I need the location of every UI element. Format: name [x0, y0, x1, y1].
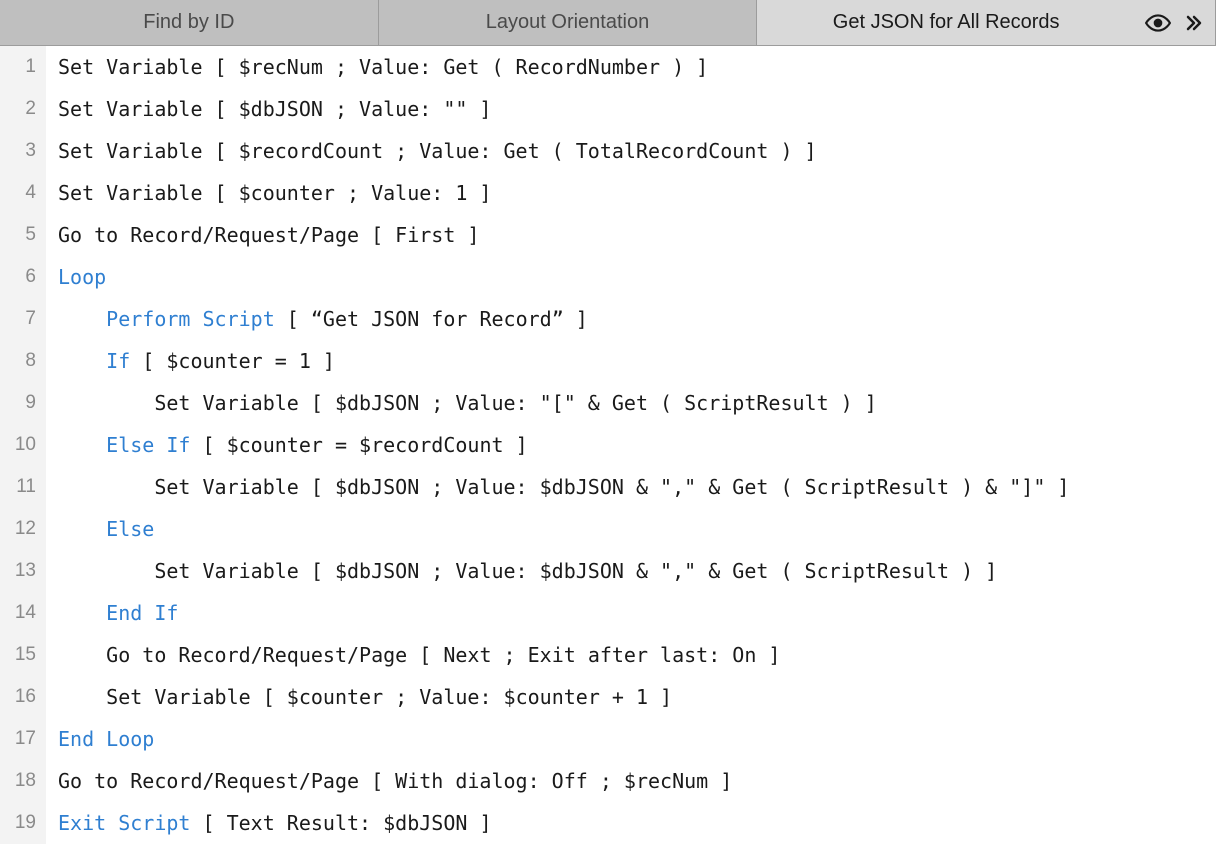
- script-line[interactable]: 11 Set Variable [ $dbJSON ; Value: $dbJS…: [0, 466, 1216, 508]
- code-text: [ $counter = $recordCount ]: [190, 433, 527, 457]
- script-line[interactable]: 7 Perform Script [ “Get JSON for Record”…: [0, 298, 1216, 340]
- line-content: End If: [46, 592, 1216, 634]
- code-text: Set Variable [ $counter ; Value: $counte…: [106, 685, 672, 709]
- line-content: Else If [ $counter = $recordCount ]: [46, 424, 1216, 466]
- script-line[interactable]: 16 Set Variable [ $counter ; Value: $cou…: [0, 676, 1216, 718]
- script-line[interactable]: 2 Set Variable [ $dbJSON ; Value: "" ]: [0, 88, 1216, 130]
- line-number: 11: [0, 466, 46, 508]
- line-content: Exit Script [ Text Result: $dbJSON ]: [46, 802, 1216, 844]
- keyword: If: [106, 349, 130, 373]
- code-text: Set Variable [ $dbJSON ; Value: "" ]: [58, 97, 491, 121]
- keyword: End If: [106, 601, 178, 625]
- line-content: Set Variable [ $recNum ; Value: Get ( Re…: [46, 46, 1216, 88]
- line-number: 7: [0, 298, 46, 340]
- script-line[interactable]: 10 Else If [ $counter = $recordCount ]: [0, 424, 1216, 466]
- script-line[interactable]: 18 Go to Record/Request/Page [ With dialo…: [0, 760, 1216, 802]
- script-line[interactable]: 17 End Loop: [0, 718, 1216, 760]
- script-line[interactable]: 14 End If: [0, 592, 1216, 634]
- line-content: If [ $counter = 1 ]: [46, 340, 1216, 382]
- line-content: Perform Script [ “Get JSON for Record” ]: [46, 298, 1216, 340]
- line-number: 19: [0, 802, 46, 844]
- line-number: 3: [0, 130, 46, 172]
- line-content: Set Variable [ $dbJSON ; Value: $dbJSON …: [46, 550, 1216, 592]
- script-line[interactable]: 6 Loop: [0, 256, 1216, 298]
- line-number: 17: [0, 718, 46, 760]
- line-content: Set Variable [ $counter ; Value: $counte…: [46, 676, 1216, 718]
- code-text: Set Variable [ $dbJSON ; Value: "[" & Ge…: [154, 391, 876, 415]
- script-editor[interactable]: 1 Set Variable [ $recNum ; Value: Get ( R…: [0, 46, 1216, 868]
- line-content: Set Variable [ $dbJSON ; Value: "" ]: [46, 88, 1216, 130]
- line-number: 12: [0, 508, 46, 550]
- line-number: 10: [0, 424, 46, 466]
- line-number: 16: [0, 676, 46, 718]
- eye-icon[interactable]: [1145, 10, 1171, 36]
- line-number: 8: [0, 340, 46, 382]
- script-line[interactable]: 9 Set Variable [ $dbJSON ; Value: "[" & …: [0, 382, 1216, 424]
- code-text: Go to Record/Request/Page [ First ]: [58, 223, 479, 247]
- script-line[interactable]: 8 If [ $counter = 1 ]: [0, 340, 1216, 382]
- line-content: Go to Record/Request/Page [ First ]: [46, 214, 1216, 256]
- code-text: Set Variable [ $recordCount ; Value: Get…: [58, 139, 817, 163]
- code-text: Set Variable [ $dbJSON ; Value: $dbJSON …: [154, 559, 997, 583]
- keyword: End Loop: [58, 727, 154, 751]
- line-content: Set Variable [ $recordCount ; Value: Get…: [46, 130, 1216, 172]
- tab-label: Layout Orientation: [486, 11, 649, 34]
- line-content: Set Variable [ $dbJSON ; Value: $dbJSON …: [46, 466, 1216, 508]
- line-number: 6: [0, 256, 46, 298]
- script-line[interactable]: 19Exit Script [ Text Result: $dbJSON ]: [0, 802, 1216, 844]
- line-content: Set Variable [ $dbJSON ; Value: "[" & Ge…: [46, 382, 1216, 424]
- code-text: [ $counter = 1 ]: [130, 349, 335, 373]
- line-number: 15: [0, 634, 46, 676]
- keyword: Else: [106, 517, 154, 541]
- tab-bar: Find by ID Layout Orientation Get JSON f…: [0, 0, 1216, 46]
- line-number: 4: [0, 172, 46, 214]
- keyword: Perform Script: [106, 307, 275, 331]
- keyword: Loop: [58, 265, 106, 289]
- code-text: Go to Record/Request/Page [ With dialog:…: [58, 769, 732, 793]
- tab-label: Find by ID: [143, 11, 234, 34]
- keyword: Exit Script: [58, 811, 190, 835]
- tab-label: Get JSON for All Records: [833, 11, 1060, 34]
- line-content: Go to Record/Request/Page [ Next ; Exit …: [46, 634, 1216, 676]
- tab-layout-orientation[interactable]: Layout Orientation: [379, 0, 758, 45]
- script-line[interactable]: 3 Set Variable [ $recordCount ; Value: Ge…: [0, 130, 1216, 172]
- code-text: Set Variable [ $dbJSON ; Value: $dbJSON …: [154, 475, 1069, 499]
- code-text: [ Text Result: $dbJSON ]: [190, 811, 491, 835]
- line-content: Set Variable [ $counter ; Value: 1 ]: [46, 172, 1216, 214]
- script-line[interactable]: 15 Go to Record/Request/Page [ Next ; Ex…: [0, 634, 1216, 676]
- tab-find-by-id[interactable]: Find by ID: [0, 0, 379, 45]
- script-line[interactable]: 4 Set Variable [ $counter ; Value: 1 ]: [0, 172, 1216, 214]
- line-number: 5: [0, 214, 46, 256]
- line-number: 9: [0, 382, 46, 424]
- keyword: Else If: [106, 433, 190, 457]
- script-line[interactable]: 5 Go to Record/Request/Page [ First ]: [0, 214, 1216, 256]
- line-content: End Loop: [46, 718, 1216, 760]
- line-number: 18: [0, 760, 46, 802]
- tab-get-json-all-records[interactable]: Get JSON for All Records: [757, 0, 1216, 45]
- code-text: [ “Get JSON for Record” ]: [275, 307, 588, 331]
- line-number: 1: [0, 46, 46, 88]
- line-number: 2: [0, 88, 46, 130]
- script-line[interactable]: 12 Else: [0, 508, 1216, 550]
- line-content: Else: [46, 508, 1216, 550]
- line-number: 14: [0, 592, 46, 634]
- code-text: Set Variable [ $counter ; Value: 1 ]: [58, 181, 491, 205]
- code-text: Go to Record/Request/Page [ Next ; Exit …: [106, 643, 780, 667]
- script-line[interactable]: 1 Set Variable [ $recNum ; Value: Get ( R…: [0, 46, 1216, 88]
- script-line[interactable]: 13 Set Variable [ $dbJSON ; Value: $dbJS…: [0, 550, 1216, 592]
- line-content: Loop: [46, 256, 1216, 298]
- code-text: Set Variable [ $recNum ; Value: Get ( Re…: [58, 55, 708, 79]
- line-number: 13: [0, 550, 46, 592]
- line-content: Go to Record/Request/Page [ With dialog:…: [46, 760, 1216, 802]
- chevrons-right-icon[interactable]: [1181, 11, 1205, 35]
